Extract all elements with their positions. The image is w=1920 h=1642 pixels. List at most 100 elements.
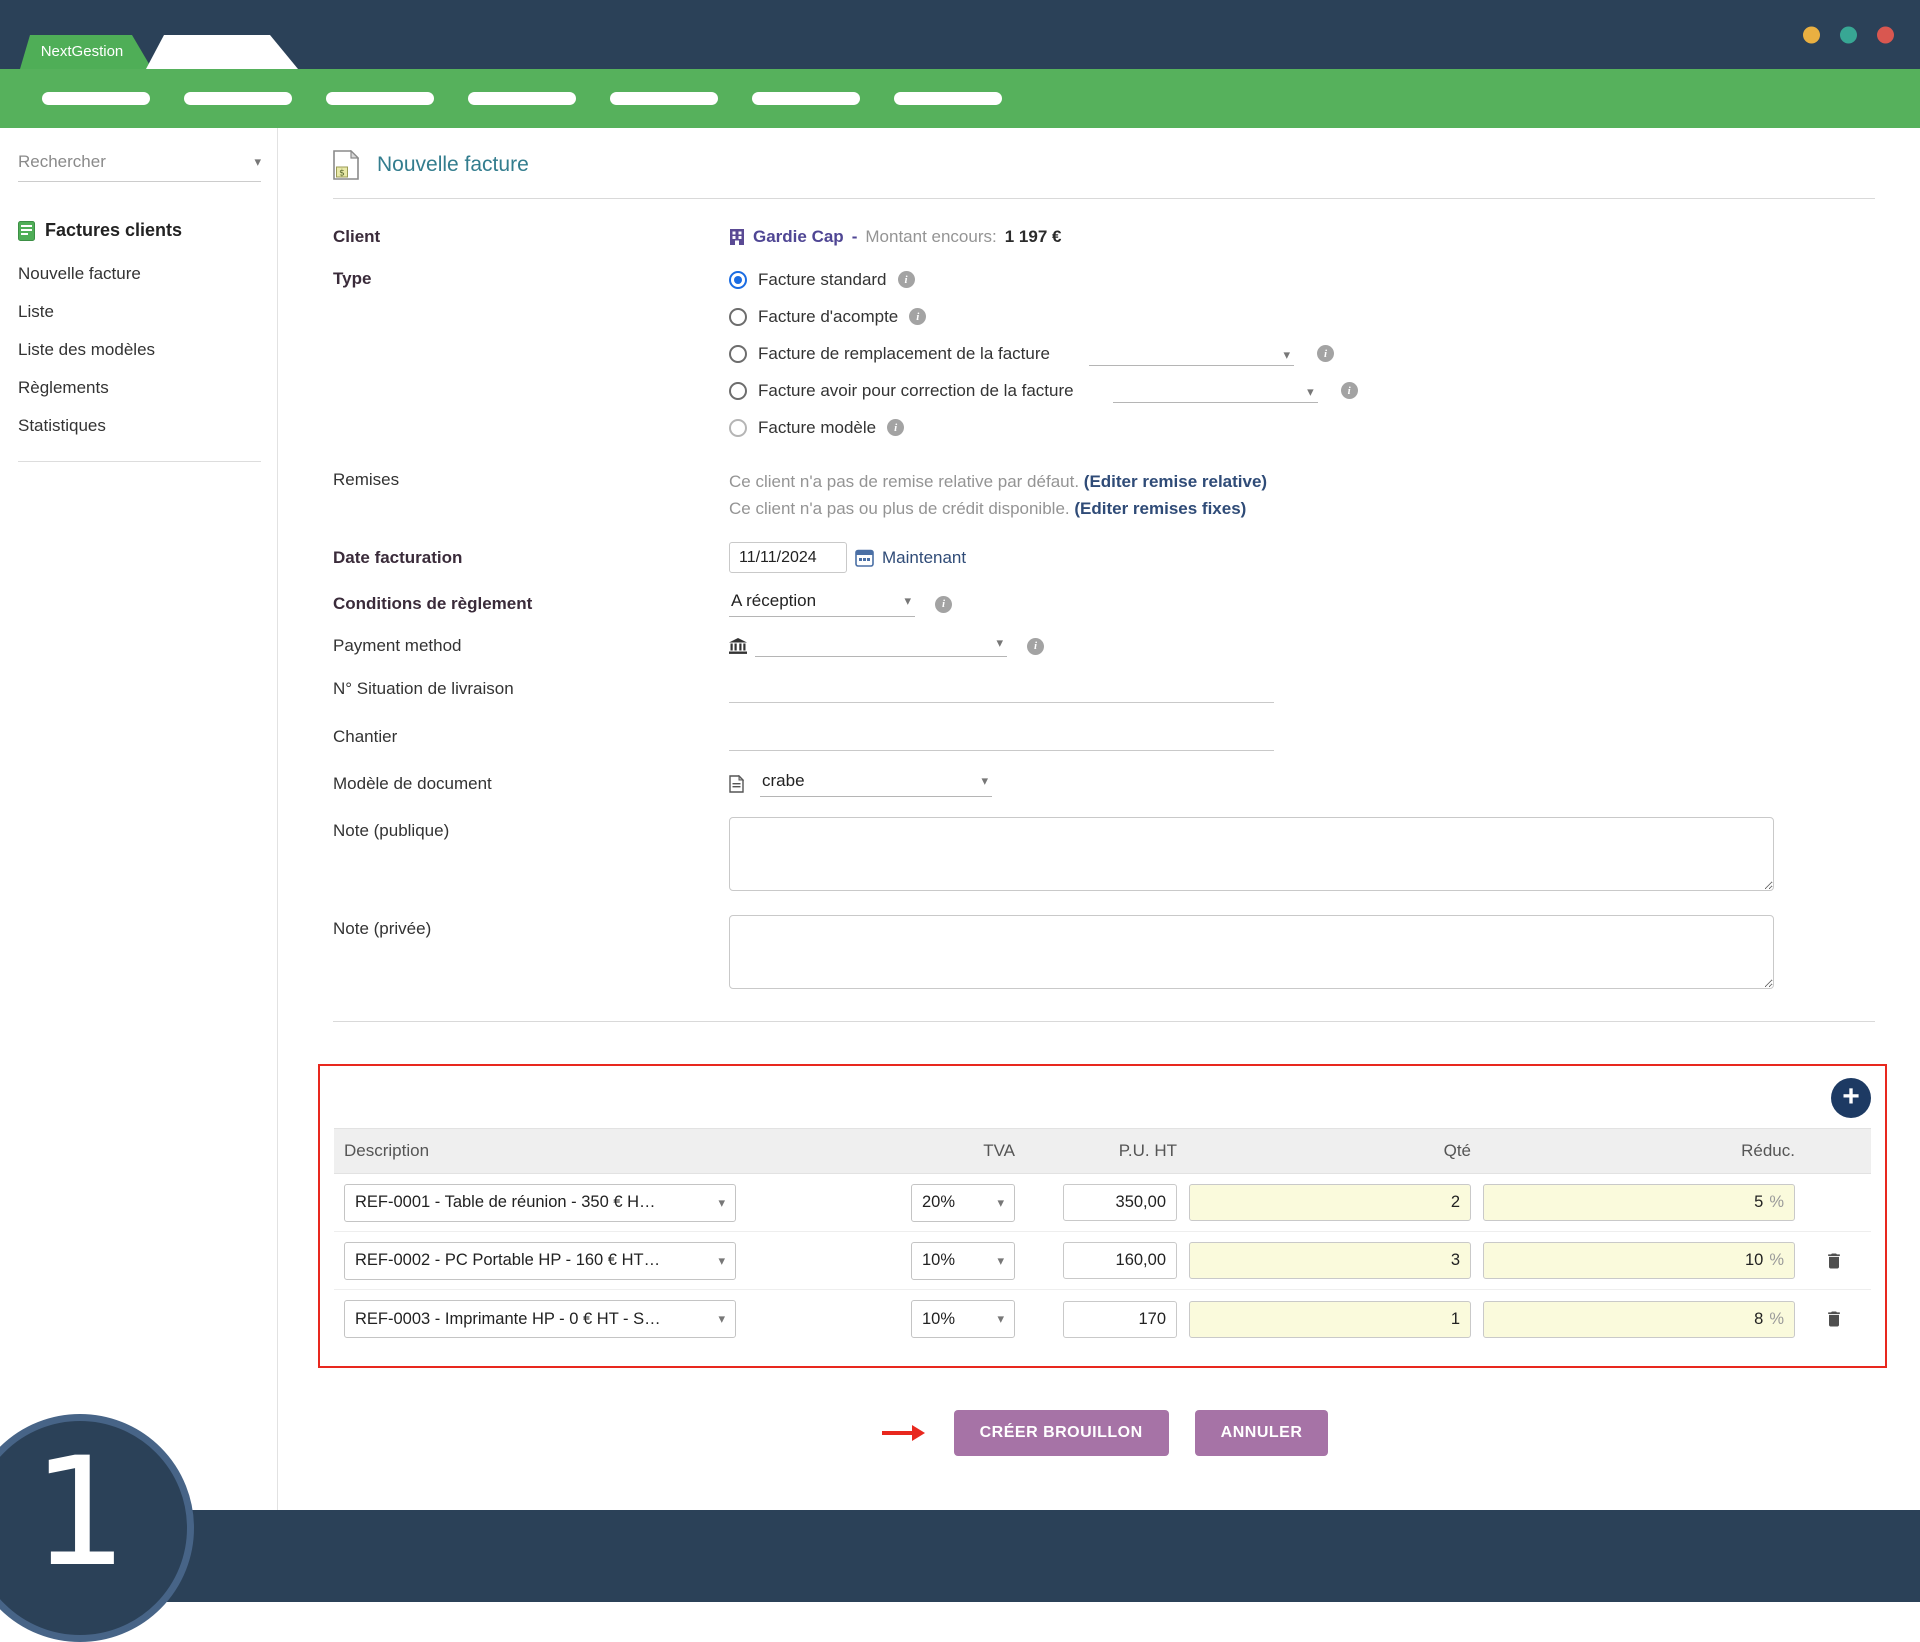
nav-pill[interactable]: [326, 92, 434, 105]
app-tab-nextgestion[interactable]: NextGestion: [20, 35, 152, 69]
date-now-link[interactable]: Maintenant: [882, 548, 966, 568]
quantity-input[interactable]: 3: [1189, 1242, 1471, 1279]
sidebar-item-liste[interactable]: Liste: [18, 293, 261, 331]
sidebar-item-nouvelle-facture[interactable]: Nouvelle facture: [18, 255, 261, 293]
payment-terms-select[interactable]: A réception ▾: [729, 591, 915, 617]
nav-pill[interactable]: [468, 92, 576, 105]
edit-remise-relative-link[interactable]: (Editer remise relative): [1084, 472, 1267, 491]
discount-input[interactable]: 5 %: [1483, 1184, 1795, 1221]
product-select[interactable]: REF-0003 - Imprimante HP - 0 € HT - S… ▾: [344, 1300, 736, 1338]
info-icon[interactable]: i: [887, 419, 904, 436]
discount-input[interactable]: 10 %: [1483, 1242, 1795, 1279]
info-icon[interactable]: i: [898, 271, 915, 288]
percent-suffix: %: [1769, 1193, 1784, 1212]
quantity-input[interactable]: 1: [1189, 1301, 1471, 1338]
discount-input[interactable]: 8 %: [1483, 1301, 1795, 1338]
nav-pill[interactable]: [42, 92, 150, 105]
calendar-icon[interactable]: [855, 548, 874, 567]
field-payment-method: Payment method ▾ i: [333, 635, 1875, 657]
radio-facture-remplacement[interactable]: [729, 345, 747, 363]
radio-label: Facture d'acompte: [758, 307, 898, 327]
sidebar-item-reglements[interactable]: Règlements: [18, 369, 261, 407]
client-label: Client: [333, 227, 729, 247]
info-icon[interactable]: i: [1341, 382, 1358, 399]
payment-terms-value: A réception: [731, 591, 816, 611]
form-actions: CRÉER BROUILLON ANNULER: [333, 1410, 1875, 1486]
info-icon[interactable]: i: [935, 596, 952, 613]
note-public-textarea[interactable]: [729, 817, 1774, 891]
step-number: 1: [32, 1426, 127, 1600]
tva-select[interactable]: 20% ▾: [911, 1184, 1015, 1222]
edit-remises-fixes-link[interactable]: (Editer remises fixes): [1074, 499, 1246, 518]
chevron-down-icon: ▾: [997, 1253, 1004, 1269]
chantier-input[interactable]: [729, 723, 1274, 751]
unit-price-input[interactable]: 350,00: [1063, 1184, 1177, 1221]
nav-pill[interactable]: [894, 92, 1002, 105]
info-icon[interactable]: i: [1027, 638, 1044, 655]
nav-pill[interactable]: [184, 92, 292, 105]
cancel-button[interactable]: ANNULER: [1195, 1410, 1329, 1456]
document-icon: [729, 775, 744, 793]
sidebar-menu: Nouvelle facture Liste Liste des modèles…: [18, 255, 261, 462]
type-option-remplacement: Facture de remplacement de la facture ▾ …: [729, 335, 1875, 372]
radio-facture-standard[interactable]: [729, 271, 747, 289]
product-select-value: REF-0002 - PC Portable HP - 160 € HT…: [355, 1251, 660, 1270]
tva-select[interactable]: 10% ▾: [911, 1242, 1015, 1280]
maximize-icon[interactable]: [1840, 26, 1857, 43]
col-pu-ht: P.U. HT: [1027, 1141, 1177, 1161]
remplacement-invoice-select[interactable]: ▾: [1089, 342, 1294, 366]
product-select[interactable]: REF-0001 - Table de réunion - 350 € H… ▾: [344, 1184, 736, 1222]
app-name: NextGestion: [41, 43, 124, 60]
info-icon[interactable]: i: [909, 308, 926, 325]
tva-select-value: 10%: [922, 1310, 955, 1329]
app-tabs: NextGestion: [20, 0, 298, 69]
minimize-icon[interactable]: [1803, 26, 1820, 43]
field-payment-terms: Conditions de règlement A réception ▾ i: [333, 591, 1875, 617]
unit-price-input[interactable]: 160,00: [1063, 1242, 1177, 1279]
radio-label: Facture modèle: [758, 418, 876, 438]
sidebar-item-liste-des-modeles[interactable]: Liste des modèles: [18, 331, 261, 369]
company-icon: [729, 228, 745, 246]
field-note-public: Note (publique): [333, 817, 1875, 891]
delete-line-button[interactable]: [1822, 1249, 1846, 1273]
avoir-invoice-select[interactable]: ▾: [1113, 379, 1318, 403]
radio-facture-avoir[interactable]: [729, 382, 747, 400]
bank-icon: [729, 638, 747, 655]
chevron-down-icon: ▾: [1283, 347, 1290, 363]
date-input[interactable]: [729, 542, 847, 573]
search-input[interactable]: Rechercher ▾: [18, 152, 261, 182]
invoice-lines-annotated-area: + Description TVA P.U. HT Qté Réduc. REF…: [318, 1064, 1887, 1368]
radio-facture-acompte[interactable]: [729, 308, 747, 326]
quantity-input[interactable]: 2: [1189, 1184, 1471, 1221]
note-private-textarea[interactable]: [729, 915, 1774, 989]
chevron-down-icon: ▾: [718, 1195, 725, 1211]
nav-pill[interactable]: [752, 92, 860, 105]
delete-line-button[interactable]: [1822, 1307, 1846, 1331]
type-options: Facture standard i Facture d'acompte i F…: [729, 261, 1875, 446]
sidebar-section-factures-clients[interactable]: Factures clients: [18, 220, 261, 241]
payment-method-select[interactable]: ▾: [755, 635, 1007, 657]
client-link[interactable]: Gardie Cap: [753, 227, 844, 247]
chevron-down-icon: ▾: [1307, 384, 1314, 400]
create-draft-button[interactable]: CRÉER BROUILLON: [954, 1410, 1169, 1456]
info-icon[interactable]: i: [1317, 345, 1334, 362]
chantier-label: Chantier: [333, 727, 729, 747]
product-select[interactable]: REF-0002 - PC Portable HP - 160 € HT… ▾: [344, 1242, 736, 1280]
doc-model-select[interactable]: crabe ▾: [760, 771, 992, 797]
chevron-down-icon: ▾: [981, 773, 988, 789]
field-doc-model: Modèle de document crabe ▾: [333, 771, 1875, 797]
tva-select[interactable]: 10% ▾: [911, 1300, 1015, 1338]
col-qty: Qté: [1189, 1141, 1471, 1161]
sidebar-item-statistiques[interactable]: Statistiques: [18, 407, 261, 445]
nav-pill[interactable]: [610, 92, 718, 105]
delivery-situation-input[interactable]: [729, 675, 1274, 703]
trash-icon: [1824, 1309, 1844, 1329]
radio-facture-modele[interactable]: [729, 419, 747, 437]
close-icon[interactable]: [1877, 26, 1894, 43]
trash-icon: [1824, 1251, 1844, 1271]
unit-price-input[interactable]: 170: [1063, 1301, 1177, 1338]
blank-tab[interactable]: [146, 35, 298, 69]
chevron-down-icon: ▾: [718, 1311, 725, 1327]
payment-method-label: Payment method: [333, 636, 729, 656]
add-line-button[interactable]: +: [1831, 1078, 1871, 1118]
